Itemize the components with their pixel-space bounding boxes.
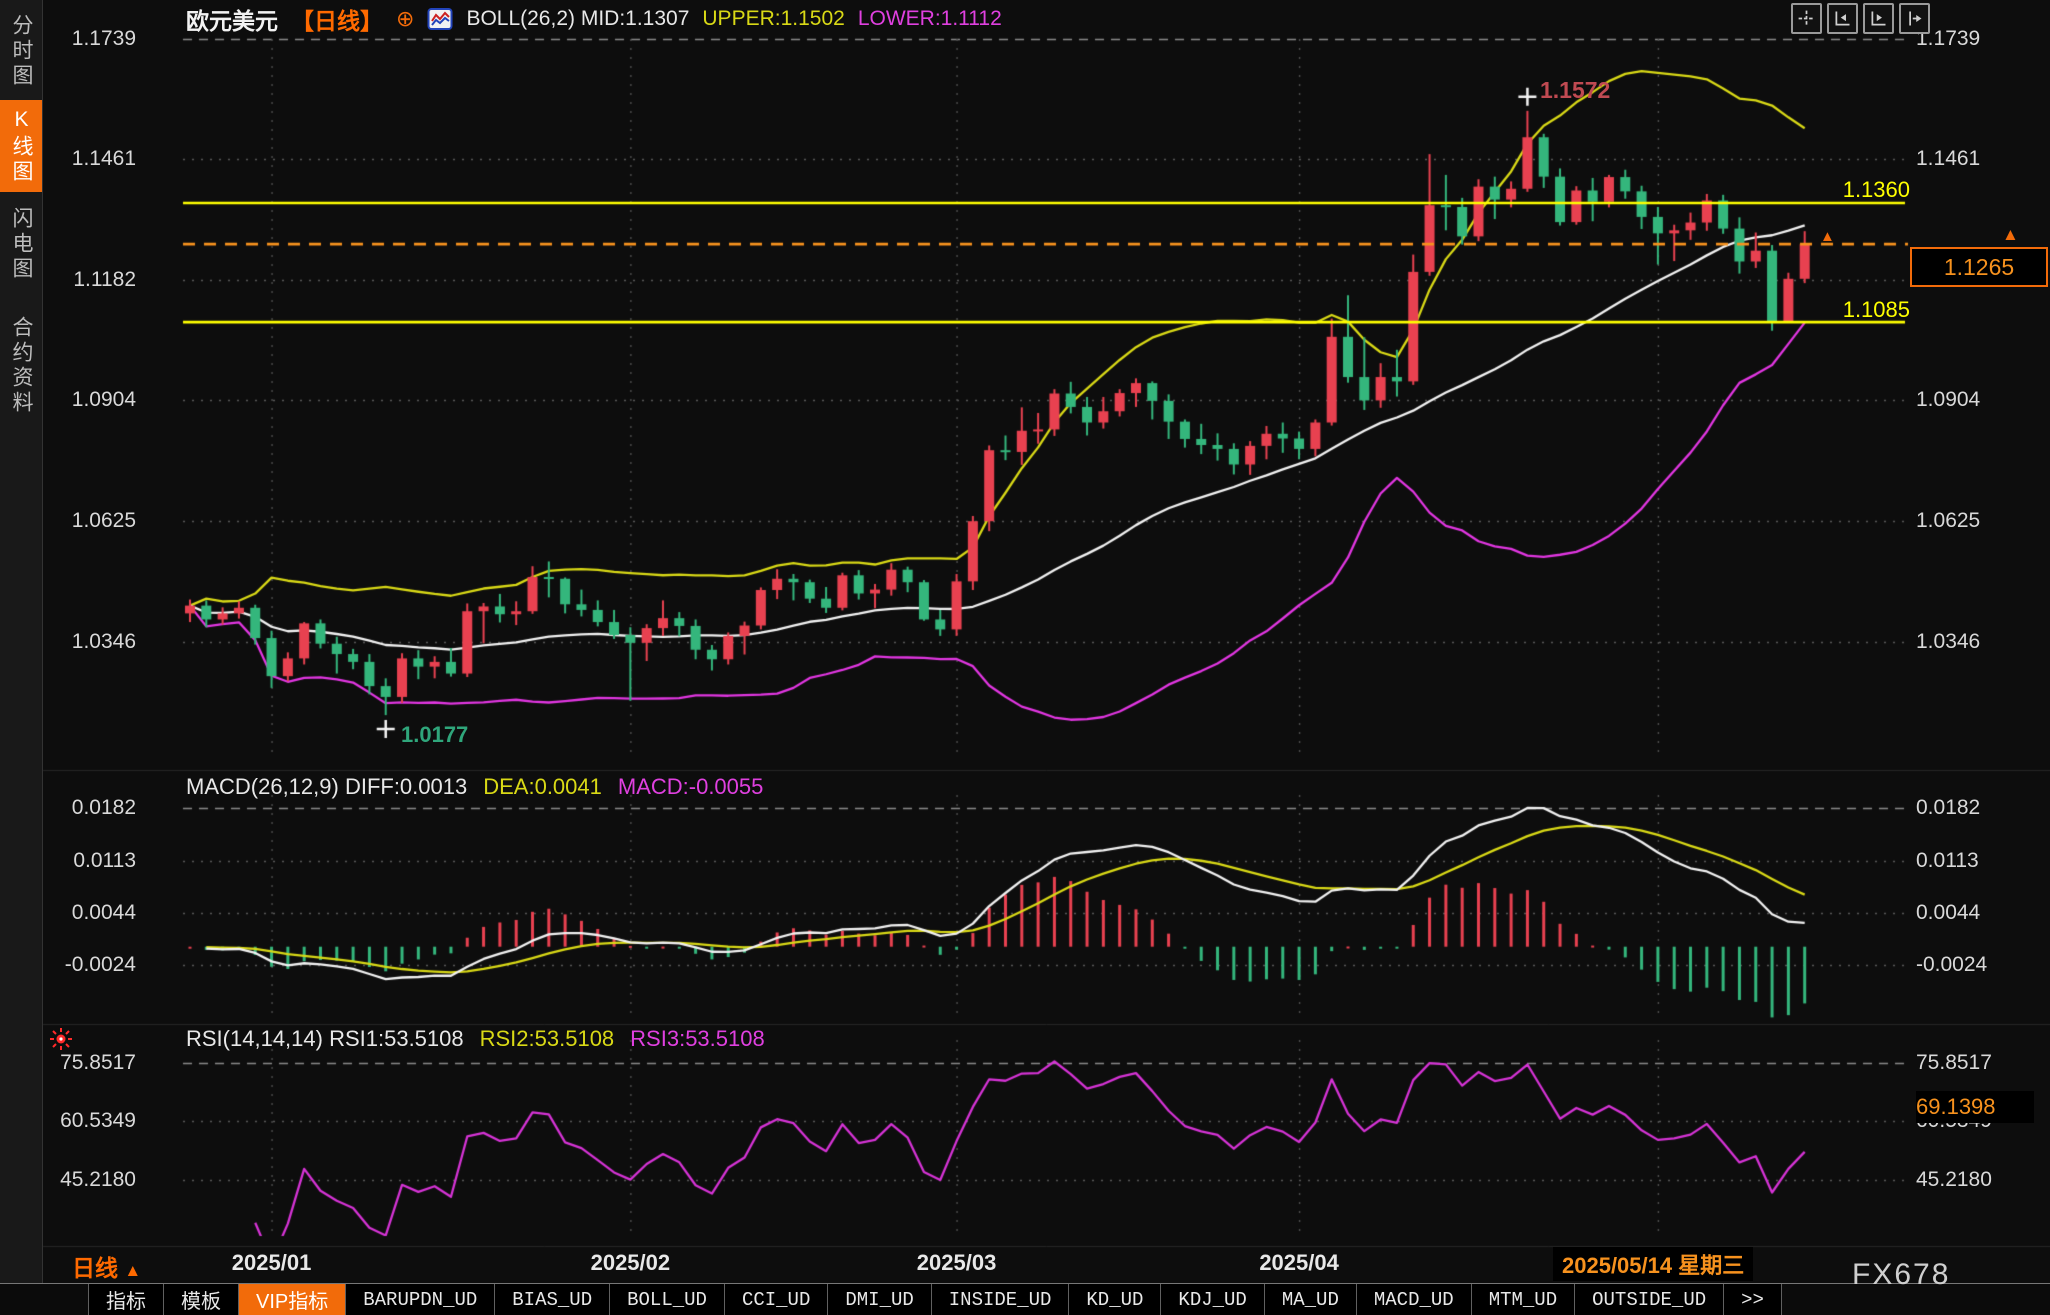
sidebar-item-time-chart[interactable]: 分时图 [0,6,42,96]
toolbar-tabs: 指标模板VIP指标BARUPDN_UDBIAS_UDBOLL_UDCCI_UDD… [89,1284,1782,1315]
boll-mid-value: BOLL(26,2) MID:1.1307 [466,7,689,31]
toolbar-tab-dmi_ud[interactable]: DMI_UD [828,1284,931,1315]
hot-indicator-icon [48,1026,74,1057]
axis-tick-label: 0.0044 [1916,900,1980,926]
toolbar-tab-boll_ud[interactable]: BOLL_UD [610,1284,725,1315]
crosshair-move-icon[interactable] [1791,3,1822,34]
period-selector[interactable]: 日线 ▲ [72,1249,141,1283]
toolbar-tab-vip[interactable]: VIP指标 [239,1284,346,1315]
macd-dea-value: DEA:0.0041 [483,774,602,800]
xaxis-month-label: 2025/03 [917,1250,997,1276]
boll-upper-value: UPPER:1.1502 [702,7,844,31]
current-date-label: 2025/05/14 星期三 [1553,1247,1753,1281]
rsi2-value: RSI2:53.5108 [480,1026,615,1052]
xaxis-month-label: 2025/01 [232,1250,312,1276]
toolbar-tab-kdj_ud[interactable]: KDJ_UD [1161,1284,1264,1315]
axis-expand-icon[interactable] [1863,3,1894,34]
boll-lower-value: LOWER:1.1112 [858,7,1002,31]
axis-tick-label: 1.0625 [1916,508,1980,534]
brand-watermark: FX678 [1852,1258,1950,1292]
toolbar-tab-kd_ud[interactable]: KD_UD [1069,1284,1161,1315]
period-dropdown-arrow-icon: ▲ [124,1261,141,1280]
mini-chart-icon [427,7,453,31]
toolbar-tab-ma_ud[interactable]: MA_UD [1265,1284,1357,1315]
axis-tick-label: -0.0024 [1916,952,1987,978]
toolbar-tab-[interactable]: >> [1724,1284,1782,1315]
axis-tick-label: 1.1461 [1916,146,1980,172]
toolbar-tab-outside_ud[interactable]: OUTSIDE_UD [1575,1284,1724,1315]
toolbar-tab-[interactable]: 指标 [89,1284,164,1315]
last-price-arrow-icon: ▲ [1820,229,1835,244]
pan-right-icon[interactable] [1899,3,1930,34]
hline-label-11360: 1.1360 [1700,177,1910,203]
macd-hist-value: MACD:-0.0055 [618,774,764,800]
add-indicator-icon[interactable]: ⊕ [396,8,414,30]
macd-header: MACD(26,12,9) DIFF:0.0013 DEA:0.0041 MAC… [186,774,763,800]
chart-header: 欧元美元 【日线】 ⊕ BOLL(26,2) MID:1.1307 UPPER:… [186,4,1002,34]
toolbar-tab-inside_ud[interactable]: INSIDE_UD [932,1284,1070,1315]
axis-tick-label: 1.0904 [1916,387,1980,413]
rsi-header: RSI(14,14,14) RSI1:53.5108 RSI2:53.5108 … [186,1026,765,1052]
low-price-label: 1.0177 [401,722,468,748]
toolbar-spacer [0,1284,89,1315]
axis-tick-label: 1.0346 [1916,629,1980,655]
toolbar-tab-macd_ud[interactable]: MACD_UD [1357,1284,1472,1315]
rsi1-value: RSI(14,14,14) RSI1:53.5108 [186,1026,464,1052]
price-up-arrow-icon: ▲ [2002,227,2019,242]
xaxis-month-label: 2025/02 [591,1250,671,1276]
current-price-box: 1.1265 [1910,247,2048,287]
toolbar-tab-cci_ud[interactable]: CCI_UD [725,1284,828,1315]
toolbar-tab-mtm_ud[interactable]: MTM_UD [1472,1284,1575,1315]
toolbar-tab-bias_ud[interactable]: BIAS_UD [495,1284,610,1315]
indicator-toolbar: 指标模板VIP指标BARUPDN_UDBIAS_UDBOLL_UDCCI_UDD… [0,1283,2050,1315]
sidebar-item-candle-chart[interactable]: K线图 [0,100,42,192]
toolbar-tab-[interactable]: 模板 [164,1284,239,1315]
axis-tick-label: 45.2180 [1916,1167,1992,1193]
sidebar-item-flash-chart[interactable]: 闪电图 [0,198,42,290]
axis-tick-label: 75.8517 [1916,1050,1992,1076]
toolbar-tab-barupdn_ud[interactable]: BARUPDN_UD [346,1284,495,1315]
rsi3-value: RSI3:53.5108 [630,1026,765,1052]
hline-label-11085: 1.1085 [1700,297,1910,323]
xaxis-month-label: 2025/04 [1259,1250,1339,1276]
rsi-level-tag: 69.1398 [1916,1091,2034,1123]
left-sidebar: 分时图 K线图 闪电图 合约资料 [0,0,43,1283]
macd-diff-value: MACD(26,12,9) DIFF:0.0013 [186,774,467,800]
axis-tick-label: 0.0113 [1916,848,1979,874]
sidebar-item-contract-info[interactable]: 合约资料 [0,300,42,432]
axis-compress-icon[interactable] [1827,3,1858,34]
axis-tick-label: 0.0182 [1916,795,1980,821]
chart-tool-buttons [1791,3,1930,34]
high-price-label: 1.1572 [1540,77,1610,104]
period-tag[interactable]: 【日线】 [291,2,383,36]
symbol-title: 欧元美元 [186,2,278,36]
